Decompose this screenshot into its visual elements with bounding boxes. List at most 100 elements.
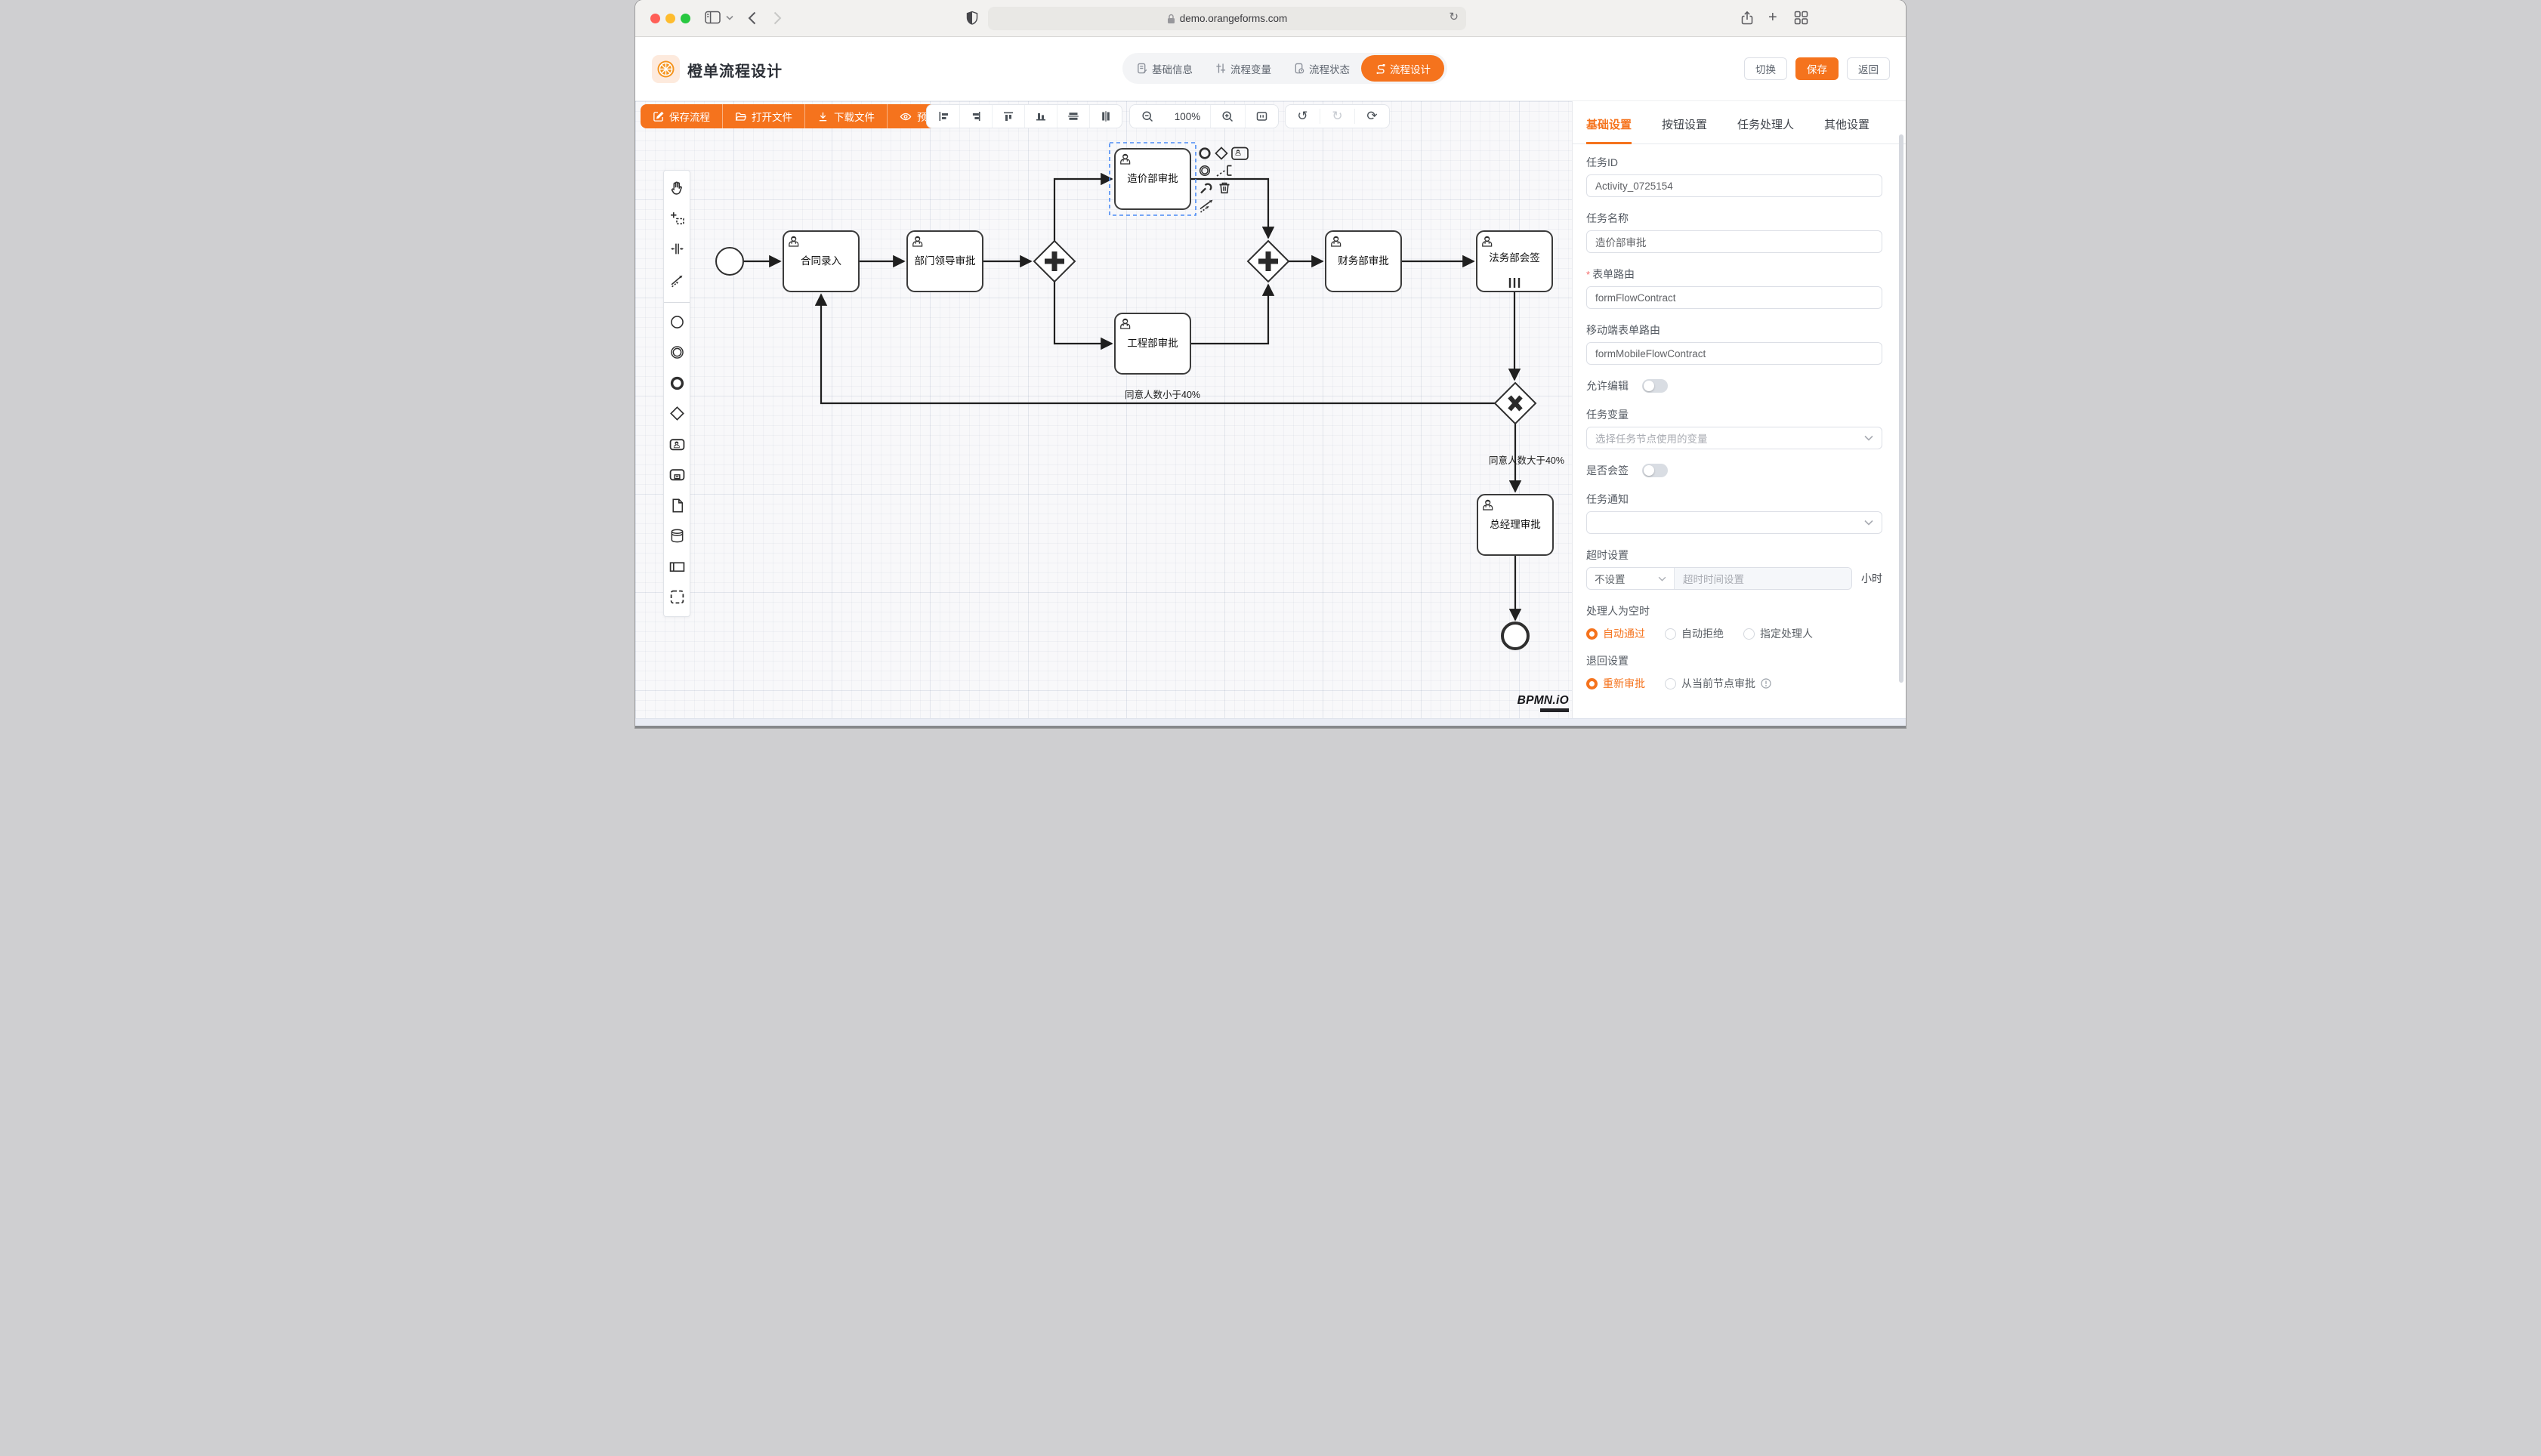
sidebar-icon[interactable] [705,11,721,24]
form-route-input[interactable] [1586,286,1882,309]
space-tool-icon[interactable] [669,241,685,261]
flow-eng-to-gateway2[interactable] [1190,285,1268,344]
download-file-button[interactable]: 下载文件 [804,104,887,128]
minimize-window-button[interactable] [665,14,675,23]
undo-icon[interactable]: ↺ [1286,109,1320,124]
redo-icon[interactable]: ↻ [1320,109,1355,124]
task-gm[interactable]: 总经理审批 [1477,495,1553,555]
create-data-store-icon[interactable] [669,528,685,548]
tab-flow-design[interactable]: 流程设计 [1361,55,1444,82]
edge-label-lt40[interactable]: 同意人数小于40% [1125,389,1200,400]
task-cost-selected[interactable]: 造价部审批 [1110,143,1196,215]
task-variable-select[interactable]: 选择任务节点使用的变量 [1586,427,1882,449]
end-event[interactable] [1502,623,1528,649]
create-start-event-icon[interactable] [669,314,685,334]
exclusive-gateway[interactable] [1495,383,1536,424]
zoom-window-button[interactable] [681,14,690,23]
create-gateway-icon[interactable] [669,406,685,425]
radio-assign-handler[interactable]: 指定处理人 [1743,626,1813,641]
panel-scrollbar[interactable] [1899,134,1903,683]
align-right-icon[interactable] [959,105,992,128]
bpmn-canvas[interactable]: 同意人数小于40% 同意人数大于40% 合同录入 部门领导审批 [635,101,1572,718]
parallel-gateway-2[interactable] [1248,241,1289,282]
align-left-icon[interactable] [927,105,959,128]
append-text-annotation-icon[interactable] [1217,166,1232,177]
delete-trash-icon[interactable] [1220,184,1230,193]
create-group-icon[interactable] [669,589,685,609]
refresh-icon[interactable]: ⟳ [1355,109,1389,124]
tab-flow-variables[interactable]: 流程变量 [1204,53,1283,84]
save-flow-button[interactable]: 保存流程 [641,104,722,128]
allow-edit-toggle[interactable] [1642,379,1668,393]
task-variable-label: 任务变量 [1586,407,1882,422]
change-type-wrench-icon[interactable] [1201,184,1211,193]
tab-button-settings[interactable]: 按钮设置 [1662,116,1707,143]
open-file-button[interactable]: 打开文件 [722,104,804,128]
mobile-form-route-input[interactable] [1586,342,1882,365]
privacy-shield-icon[interactable] [965,11,980,26]
task-notify-select[interactable] [1586,511,1882,534]
create-data-object-icon[interactable] [669,498,685,517]
tab-overview-icon[interactable] [1794,11,1808,25]
tab-flow-status[interactable]: 流程状态 [1283,53,1361,84]
bpmn-io-watermark[interactable]: BPMN.iO [1517,694,1569,712]
append-gateway-icon[interactable] [1216,148,1227,159]
task-legal-countersign[interactable]: 法务部会签 [1477,231,1552,292]
radio-auto-approve[interactable]: 自动通过 [1586,626,1645,641]
tab-other-settings[interactable]: 其他设置 [1824,116,1869,143]
parallel-gateway-1[interactable] [1034,241,1075,282]
share-icon[interactable] [1740,11,1755,26]
flow-gateway1-to-cost[interactable] [1054,179,1112,241]
timeout-type-select[interactable]: 不设置 [1587,568,1675,589]
create-user-task-icon[interactable] [669,436,685,456]
zoom-level[interactable]: 100% [1165,111,1210,122]
create-intermediate-event-icon[interactable] [669,344,685,364]
connect-tool-icon[interactable] [1200,200,1213,212]
task-entry[interactable]: 合同录入 [783,231,859,292]
task-finance[interactable]: 财务部审批 [1326,231,1401,292]
flow-cost-to-gateway2[interactable] [1190,179,1268,238]
lasso-tool-icon[interactable] [669,211,685,230]
task-name-input[interactable] [1586,230,1882,253]
tab-basic-settings[interactable]: 基础设置 [1586,116,1632,144]
align-top-icon[interactable] [992,105,1024,128]
tab-task-assignee[interactable]: 任务处理人 [1737,116,1794,143]
forward-icon[interactable] [773,11,783,26]
radio-auto-reject[interactable]: 自动拒绝 [1665,626,1724,641]
global-connect-tool-icon[interactable] [669,272,685,292]
task-id-input[interactable] [1586,174,1882,197]
back-icon[interactable] [747,11,757,26]
countersign-toggle[interactable] [1642,464,1668,477]
align-bottom-icon[interactable] [1024,105,1057,128]
task-eng[interactable]: 工程部审批 [1115,313,1190,374]
create-participant-icon[interactable] [669,559,685,578]
align-center-icon[interactable] [1089,105,1122,128]
back-button[interactable]: 返回 [1847,57,1890,80]
hand-tool-icon[interactable] [669,180,685,199]
chevron-down-icon[interactable] [726,15,733,20]
append-user-task-icon[interactable] [1232,148,1248,160]
create-subprocess-icon[interactable] [669,467,685,486]
new-tab-icon[interactable]: + [1768,10,1777,25]
radio-from-current-node[interactable]: 从当前节点审批 [1665,676,1771,691]
edge-label-gt40[interactable]: 同意人数大于40% [1489,455,1564,466]
zoom-in-icon[interactable] [1210,105,1245,128]
flow-gateway1-to-eng[interactable] [1054,282,1112,344]
zoom-out-icon[interactable] [1130,105,1165,128]
switch-button[interactable]: 切换 [1744,57,1787,80]
close-window-button[interactable] [650,14,660,23]
append-end-event-icon[interactable] [1200,149,1210,159]
reload-icon[interactable]: ↻ [1449,10,1459,23]
align-middle-icon[interactable] [1057,105,1089,128]
address-bar[interactable]: demo.orangeforms.com ↻ [988,7,1466,30]
append-intermediate-event-icon[interactable] [1200,166,1210,176]
tab-basic-info[interactable]: 基础信息 [1125,53,1204,84]
fit-viewport-icon[interactable] [1245,105,1278,128]
create-end-event-icon[interactable] [669,375,685,395]
canvas-file-toolbar: 保存流程 打开文件 下载文件 预览 [641,104,949,128]
timeout-value-input[interactable]: 超时时间设置 [1675,568,1851,589]
save-button[interactable]: 保存 [1795,57,1839,80]
radio-restart-approval[interactable]: 重新审批 [1586,676,1645,691]
start-event[interactable] [716,248,743,275]
task-dept-lead[interactable]: 部门领导审批 [907,231,983,292]
